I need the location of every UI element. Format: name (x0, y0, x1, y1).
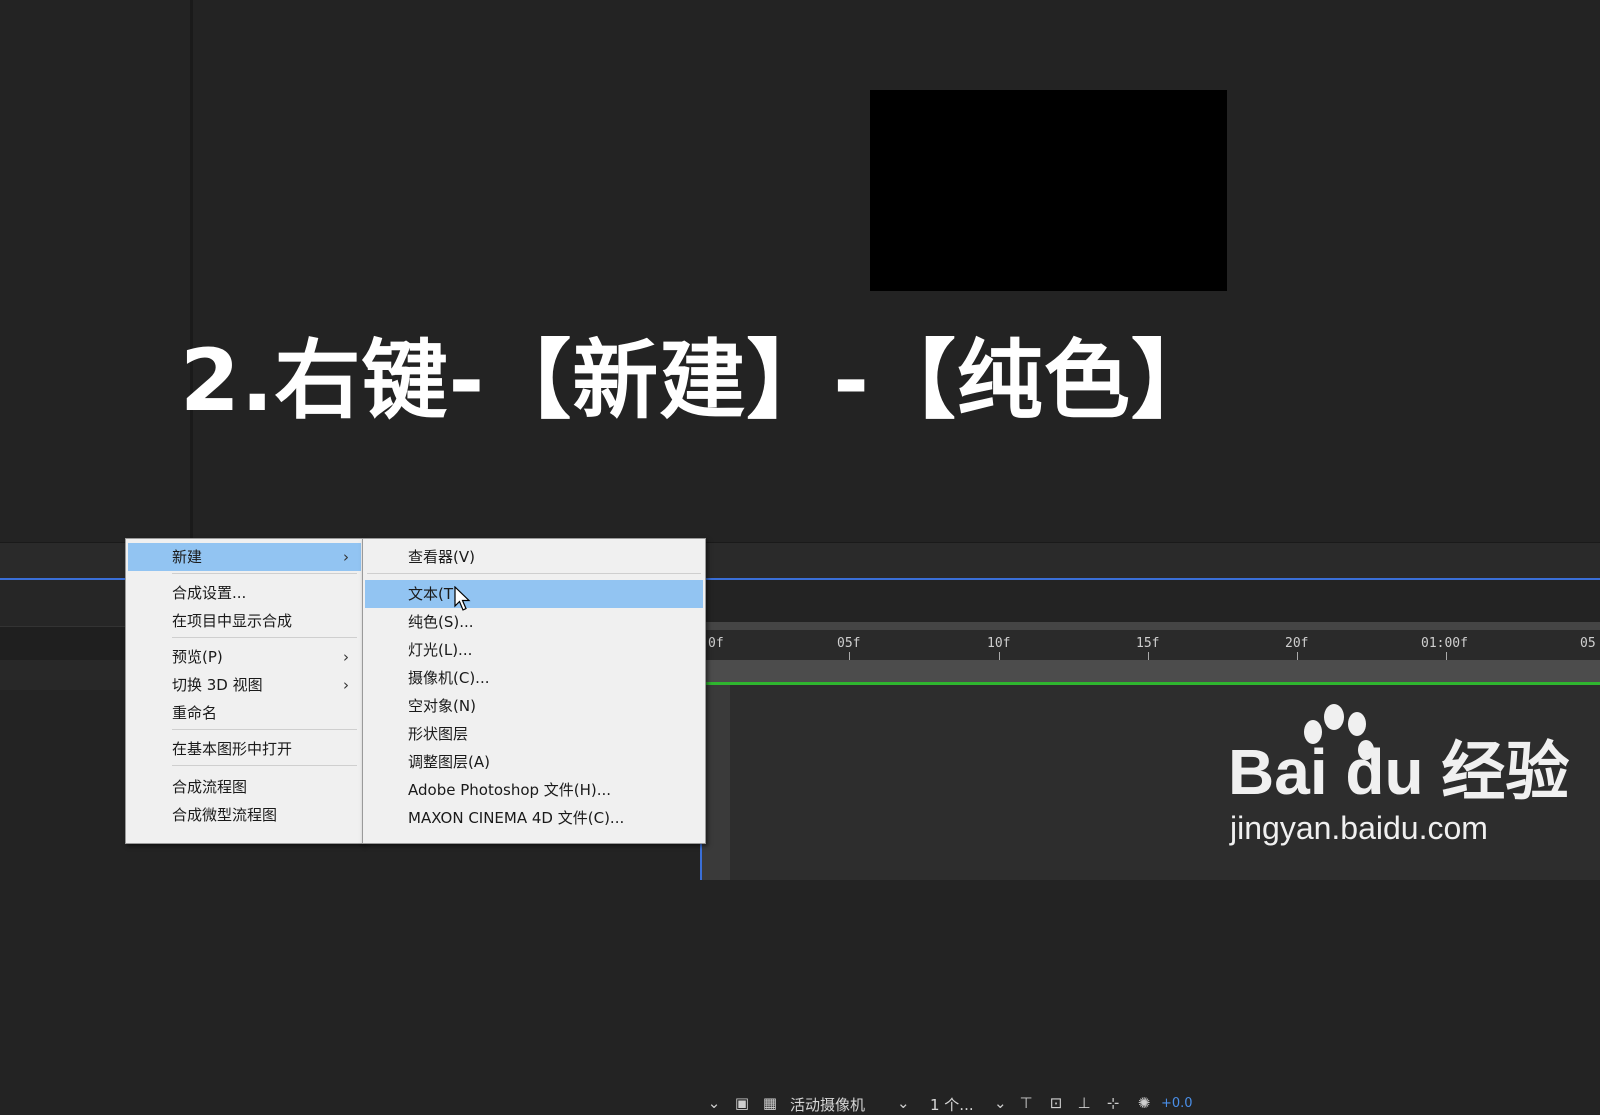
menu-item-new[interactable]: 新建 › (128, 543, 361, 571)
tick-mark (999, 652, 1000, 660)
work-area-bar[interactable] (706, 660, 1600, 685)
exposure-value[interactable]: +0.0 (1161, 1096, 1193, 1111)
timeline-icon[interactable]: ⊥ (1074, 1093, 1094, 1113)
tick-label: 15f (1136, 636, 1160, 651)
menu-item-light[interactable]: 灯光(L)... (365, 636, 703, 664)
menu-item-label: 预览(P) (172, 648, 223, 666)
chevron-right-icon: › (343, 548, 349, 566)
menu-separator (172, 765, 357, 766)
tick-mark (1148, 652, 1149, 660)
transparency-grid-icon[interactable]: ▦ (760, 1093, 780, 1113)
tick-label: 0f (708, 636, 724, 651)
menu-item-solid[interactable]: 纯色(S)... (365, 608, 703, 636)
menu-item-composition-mini-flowchart[interactable]: 合成微型流程图 (128, 801, 361, 829)
menu-item-composition-flowchart[interactable]: 合成流程图 (128, 773, 361, 801)
fast-preview-icon[interactable]: ⊡ (1046, 1093, 1066, 1113)
menu-item-switch-3d-view[interactable]: 切换 3D 视图 › (128, 671, 361, 699)
menu-item-viewer[interactable]: 查看器(V) (365, 543, 703, 571)
chevron-right-icon: › (343, 676, 349, 694)
region-of-interest-icon[interactable]: ▣ (732, 1093, 752, 1113)
menu-item-camera[interactable]: 摄像机(C)... (365, 664, 703, 692)
toggle-pixel-aspect-icon[interactable]: ⊤ (1016, 1093, 1036, 1113)
menu-item-rename[interactable]: 重命名 (128, 699, 361, 727)
chevron-down-icon[interactable]: ⌄ (704, 1093, 724, 1113)
camera-select[interactable]: 活动摄像机 (790, 1094, 865, 1115)
tick-label: 20f (1285, 636, 1309, 651)
reset-exposure-icon[interactable]: ✺ (1134, 1093, 1154, 1113)
camera-select-arrow-icon[interactable]: ⌄ (897, 1094, 910, 1112)
panel-divider (190, 0, 193, 540)
tick-mark (1446, 652, 1447, 660)
menu-separator (367, 573, 701, 574)
menu-item-composition-settings[interactable]: 合成设置... (128, 579, 361, 607)
tick-label: 10f (987, 636, 1011, 651)
menu-separator (172, 729, 357, 730)
composition-frame (870, 90, 1227, 291)
context-menu: 新建 › 合成设置... 在项目中显示合成 预览(P) › 切换 3D 视图 ›… (125, 538, 364, 844)
menu-separator (172, 637, 357, 638)
composition-viewer (0, 0, 1600, 542)
menu-item-null-object[interactable]: 空对象(N) (365, 692, 703, 720)
menu-item-photoshop-file[interactable]: Adobe Photoshop 文件(H)... (365, 776, 703, 804)
chevron-right-icon: › (343, 648, 349, 666)
tick-label: 05 (1580, 636, 1596, 651)
menu-item-label: 新建 (172, 548, 203, 566)
tick-mark (849, 652, 850, 660)
menu-item-adjustment-layer[interactable]: 调整图层(A) (365, 748, 703, 776)
menu-item-label: 切换 3D 视图 (172, 676, 263, 694)
watermark-logo: Bai du 经验 (1228, 736, 1570, 808)
tick-label: 05f (837, 636, 861, 651)
tick-mark (1297, 652, 1298, 660)
menu-item-reveal-in-project[interactable]: 在项目中显示合成 (128, 607, 361, 635)
views-select[interactable]: 1 个... (930, 1094, 974, 1115)
overlay-title: 2.右键-【新建】-【纯色】 (180, 331, 1218, 431)
new-submenu: 查看器(V) 文本(T) 纯色(S)... 灯光(L)... 摄像机(C)...… (362, 538, 706, 844)
menu-item-preview[interactable]: 预览(P) › (128, 643, 361, 671)
tick-label: 01:00f (1421, 636, 1468, 651)
menu-separator (172, 573, 357, 574)
views-select-arrow-icon[interactable]: ⌄ (994, 1094, 1007, 1112)
flowchart-icon[interactable]: ⊹ (1103, 1093, 1123, 1113)
watermark-url: jingyan.baidu.com (1230, 810, 1488, 846)
menu-item-shape-layer[interactable]: 形状图层 (365, 720, 703, 748)
menu-item-open-in-essential-graphics[interactable]: 在基本图形中打开 (128, 735, 361, 763)
menu-item-text[interactable]: 文本(T) (365, 580, 703, 608)
mouse-cursor-icon (454, 586, 471, 611)
menu-item-cinema4d-file[interactable]: MAXON CINEMA 4D 文件(C)... (365, 804, 703, 832)
